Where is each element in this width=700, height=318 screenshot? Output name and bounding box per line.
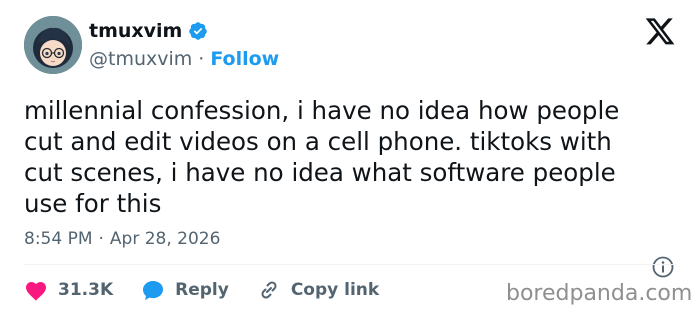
speech-bubble-icon — [143, 281, 164, 300]
tweet-time[interactable]: 8:54 PM — [24, 229, 93, 249]
watermark: boredpanda.com — [506, 281, 693, 306]
tweet-timestamp[interactable]: 8:54 PM · Apr 28, 2026 — [24, 229, 220, 249]
action-bar: 31.3K Reply Copy link — [24, 276, 407, 304]
link-icon — [261, 281, 277, 299]
verified-badge-icon — [188, 21, 208, 41]
x-logo-icon[interactable] — [644, 18, 676, 48]
author-handle[interactable]: @tmuxvim — [89, 48, 192, 70]
follow-button[interactable]: Follow — [210, 48, 279, 70]
handle-row: @tmuxvim · Follow — [89, 48, 279, 70]
anime-avatar-icon — [24, 16, 82, 74]
divider — [24, 264, 676, 265]
like-button[interactable]: 31.3K — [24, 279, 113, 301]
info-icon[interactable] — [651, 255, 675, 279]
copy-link-button[interactable]: Copy link — [257, 278, 379, 302]
tweet-date[interactable]: Apr 28, 2026 — [110, 229, 221, 249]
separator: · — [198, 48, 205, 70]
tweet-text: millennial confession, i have no idea ho… — [24, 96, 620, 218]
tweet-card: tmuxvim @tmuxvim · Follow millennial con… — [0, 0, 700, 318]
reply-button[interactable]: Reply — [141, 278, 229, 302]
display-name[interactable]: tmuxvim — [89, 20, 182, 42]
meta-separator: · — [98, 229, 104, 249]
heart-icon — [26, 282, 46, 301]
reply-label: Reply — [175, 280, 229, 300]
like-count: 31.3K — [58, 280, 114, 300]
copy-link-label: Copy link — [290, 280, 380, 300]
author-name-row: tmuxvim — [89, 20, 208, 42]
avatar[interactable] — [24, 16, 82, 74]
